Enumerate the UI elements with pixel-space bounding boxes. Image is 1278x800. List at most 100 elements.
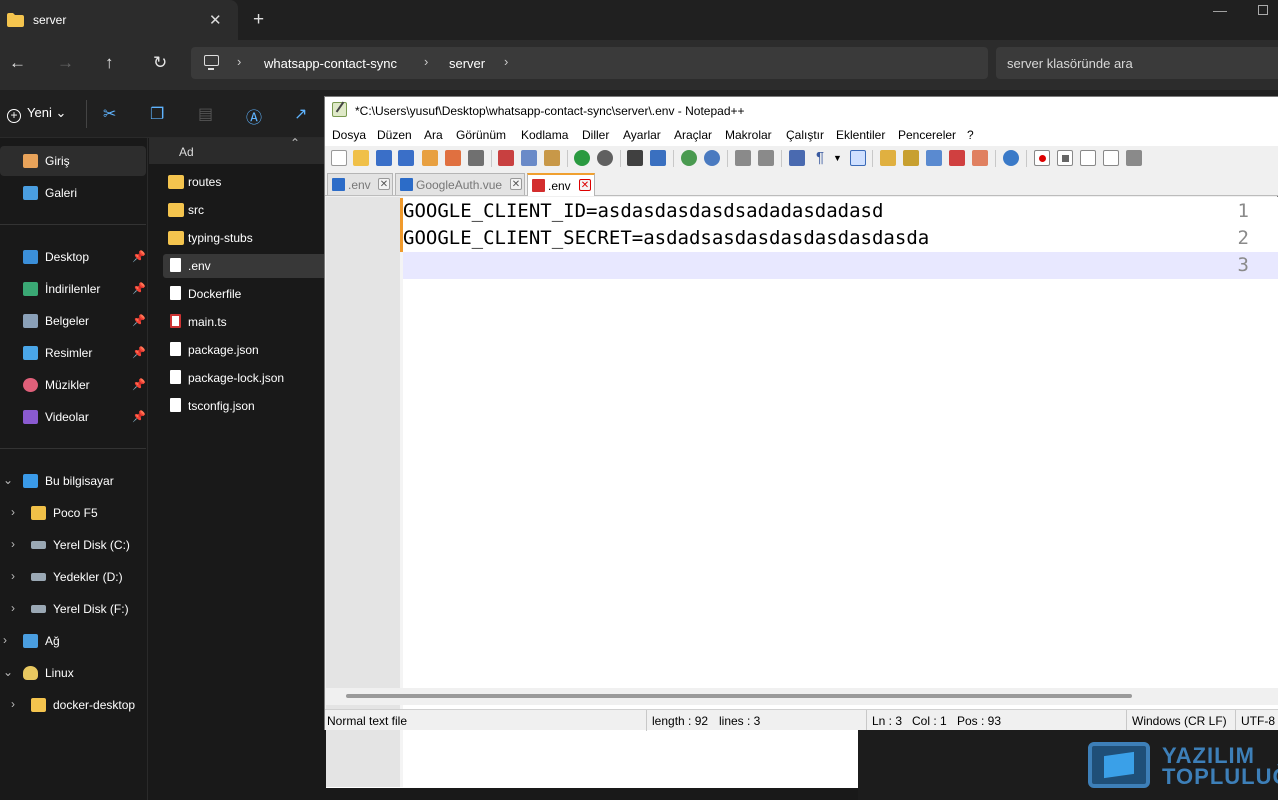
sidebar-item-gallery[interactable]: Galeri [0, 178, 148, 208]
document-list-icon[interactable] [926, 150, 942, 166]
sidebar-item-poco-f5[interactable]: › Poco F5 [0, 498, 148, 528]
menu-tools[interactable]: Araçlar [674, 128, 712, 142]
run-macro-multiple-icon[interactable] [1103, 150, 1119, 166]
zoom-out-icon[interactable] [704, 150, 720, 166]
sidebar-item-this-pc[interactable]: ⌄ Bu bilgisayar [0, 466, 148, 496]
sidebar-item-drive-d[interactable]: › Yedekler (D:) [0, 562, 148, 592]
list-item[interactable]: routes [163, 170, 327, 194]
breadcrumb-item[interactable]: whatsapp-contact-sync [264, 56, 397, 71]
chevron-right-icon[interactable]: › [237, 54, 241, 69]
pin-icon[interactable]: 📌 [132, 282, 146, 295]
menu-window[interactable]: Pencereler [898, 128, 956, 142]
menu-settings[interactable]: Ayarlar [623, 128, 661, 142]
chevron-right-icon[interactable]: › [11, 697, 15, 711]
close-all-icon[interactable] [445, 150, 461, 166]
menu-view[interactable]: Görünüm [456, 128, 506, 142]
play-macro-icon[interactable] [1080, 150, 1096, 166]
document-map-icon[interactable] [903, 150, 919, 166]
chevron-right-icon[interactable]: › [504, 54, 508, 69]
menu-search[interactable]: Ara [424, 128, 443, 142]
cut-icon[interactable] [498, 150, 514, 166]
chevron-down-icon[interactable]: ▼ [833, 150, 845, 166]
record-macro-icon[interactable] [1034, 150, 1050, 166]
chevron-right-icon[interactable]: › [11, 569, 15, 583]
word-wrap-icon[interactable] [789, 150, 805, 166]
function-list-icon[interactable] [949, 150, 965, 166]
folder-as-workspace-icon[interactable] [972, 150, 988, 166]
menu-language[interactable]: Diller [582, 128, 609, 142]
new-file-icon[interactable] [331, 150, 347, 166]
sidebar-item-network[interactable]: › Ağ [0, 626, 148, 656]
tab-env-active[interactable]: .env ✕ [527, 173, 595, 196]
zoom-in-icon[interactable] [681, 150, 697, 166]
menu-help[interactable]: ? [967, 128, 974, 142]
pin-icon[interactable]: 📌 [132, 250, 146, 263]
chevron-right-icon[interactable]: › [3, 633, 7, 647]
close-tab-icon[interactable]: ✕ [209, 11, 222, 29]
refresh-icon[interactable]: ↻ [153, 53, 167, 73]
list-item[interactable]: package-lock.json [163, 366, 327, 390]
code-line[interactable]: GOOGLE_CLIENT_SECRET=asdadsasdasdasdasda… [403, 227, 929, 249]
sidebar-item-docker-desktop[interactable]: › docker-desktop [0, 690, 148, 720]
sidebar-item-home[interactable]: Giriş [0, 146, 146, 176]
chevron-right-icon[interactable]: › [11, 505, 15, 519]
paste-icon[interactable]: ▤ [198, 104, 213, 124]
code-line[interactable]: GOOGLE_CLIENT_ID=asdasdasdasdsadadasdada… [403, 200, 883, 222]
chevron-down-icon[interactable]: ⌄ [3, 665, 13, 679]
show-all-characters-icon[interactable]: ¶ [812, 150, 828, 166]
address-bar[interactable]: › whatsapp-contact-sync › server › [191, 47, 988, 79]
close-tab-icon[interactable]: ✕ [579, 179, 591, 191]
minimize-icon[interactable]: — [1213, 2, 1227, 18]
close-tab-icon[interactable]: ✕ [510, 178, 522, 190]
find-icon[interactable] [627, 150, 643, 166]
save-icon[interactable] [376, 150, 392, 166]
copy-icon[interactable]: ❐ [150, 104, 164, 124]
chevron-right-icon[interactable]: › [11, 601, 15, 615]
sidebar-item-videos[interactable]: Videolar 📌 [0, 402, 148, 432]
udl-icon[interactable] [880, 150, 896, 166]
sidebar-item-documents[interactable]: Belgeler 📌 [0, 306, 148, 336]
menu-file[interactable]: Dosya [332, 128, 366, 142]
sidebar-item-downloads[interactable]: İndirilenler 📌 [0, 274, 148, 304]
copy-icon[interactable] [521, 150, 537, 166]
horizontal-scrollbar[interactable] [326, 688, 1278, 705]
sidebar-item-drive-c[interactable]: › Yerel Disk (C:) [0, 530, 148, 560]
list-item[interactable]: tsconfig.json [163, 394, 327, 418]
explorer-tab[interactable]: server ✕ [0, 0, 238, 40]
pin-icon[interactable]: 📌 [132, 378, 146, 391]
list-item[interactable]: typing-stubs [163, 226, 327, 250]
back-arrow-icon[interactable]: ← [9, 53, 26, 73]
sync-horizontal-icon[interactable] [758, 150, 774, 166]
save-all-icon[interactable] [398, 150, 414, 166]
redo-icon[interactable] [597, 150, 613, 166]
pin-icon[interactable]: 📌 [132, 410, 146, 423]
pin-icon[interactable]: 📌 [132, 314, 146, 327]
share-icon[interactable]: ↗ [294, 104, 307, 124]
scrollbar-thumb[interactable] [346, 694, 1132, 698]
list-item[interactable]: .env [163, 254, 327, 278]
new-tab-icon[interactable]: + [253, 9, 264, 31]
close-file-icon[interactable] [422, 150, 438, 166]
menu-plugins[interactable]: Eklentiler [836, 128, 885, 142]
menu-edit[interactable]: Düzen [377, 128, 412, 142]
tab-env-1[interactable]: .env ✕ [327, 173, 393, 195]
sidebar-item-drive-f[interactable]: › Yerel Disk (F:) [0, 594, 148, 624]
sync-vertical-icon[interactable] [735, 150, 751, 166]
sidebar-item-desktop[interactable]: Desktop 📌 [0, 242, 148, 272]
monitoring-icon[interactable] [1003, 150, 1019, 166]
cut-icon[interactable]: ✂ [103, 104, 116, 124]
breadcrumb-item[interactable]: server [449, 56, 485, 71]
tab-googleauth-vue[interactable]: GoogleAuth.vue ✕ [395, 173, 525, 195]
new-button[interactable]: + Yeni ⌄ [7, 105, 66, 123]
up-arrow-icon[interactable]: ↑ [105, 53, 114, 73]
sidebar-item-music[interactable]: Müzikler 📌 [0, 370, 148, 400]
undo-icon[interactable] [574, 150, 590, 166]
list-item[interactable]: Dockerfile [163, 282, 327, 306]
menu-encoding[interactable]: Kodlama [521, 128, 568, 142]
notepad-title-bar[interactable]: *C:\Users\yusuf\Desktop\whatsapp-contact… [325, 97, 1278, 124]
pin-icon[interactable]: 📌 [132, 346, 146, 359]
sidebar-item-linux[interactable]: ⌄ Linux [0, 658, 148, 688]
chevron-down-icon[interactable]: ⌄ [3, 473, 13, 487]
close-tab-icon[interactable]: ✕ [378, 178, 390, 190]
rename-icon[interactable]: Ⓐ [246, 104, 262, 128]
